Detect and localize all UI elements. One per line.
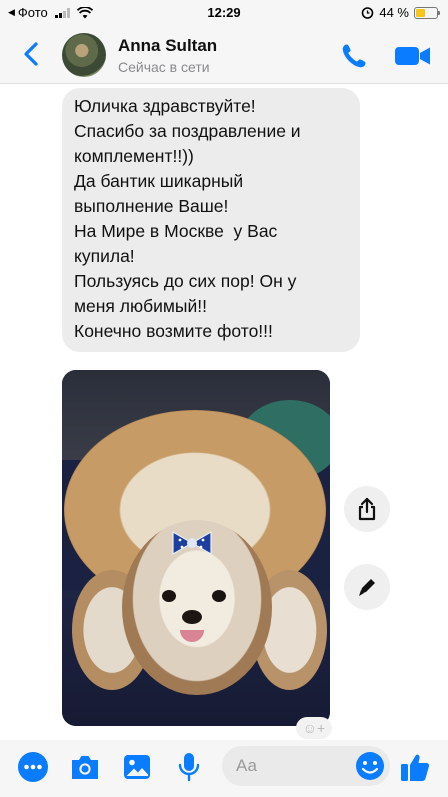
message-line: комплемент!!)) bbox=[74, 146, 194, 166]
message-input-container[interactable] bbox=[222, 746, 390, 786]
photo-message[interactable] bbox=[62, 370, 330, 726]
chat-header: Anna Sultan Сейчас в сети bbox=[0, 26, 448, 84]
microphone-icon bbox=[178, 753, 200, 782]
dog-nose bbox=[182, 610, 202, 624]
blue-bow-icon bbox=[172, 530, 212, 556]
message-line: На Мире в Москве у Вас bbox=[74, 221, 278, 241]
edit-icon bbox=[359, 579, 375, 596]
message-composer bbox=[0, 740, 448, 797]
more-icon bbox=[18, 752, 48, 782]
share-button[interactable] bbox=[344, 486, 390, 532]
camera-icon bbox=[72, 756, 98, 779]
share-icon bbox=[358, 497, 376, 521]
video-camera-icon[interactable] bbox=[394, 42, 432, 70]
contact-name[interactable]: Anna Sultan bbox=[118, 36, 217, 56]
incoming-message-bubble[interactable]: Юличка здравствуйте! Спасибо за поздравл… bbox=[62, 88, 360, 352]
message-line: Конечно возмите фото!!! bbox=[74, 321, 273, 341]
alarm-icon bbox=[362, 7, 374, 19]
add-reaction-icon[interactable]: ☺+ bbox=[296, 717, 332, 739]
message-line: Спасибо за поздравление и bbox=[74, 121, 301, 141]
dog-eye-left bbox=[162, 590, 176, 602]
message-input[interactable] bbox=[236, 754, 348, 778]
more-button[interactable] bbox=[16, 750, 50, 784]
phone-icon[interactable] bbox=[338, 40, 370, 72]
microphone-button[interactable] bbox=[172, 750, 206, 784]
message-line: Пользуясь до сих пор! Он у bbox=[74, 271, 297, 291]
edit-button[interactable] bbox=[344, 564, 390, 610]
message-line: купила! bbox=[74, 246, 135, 266]
battery-percent: 44 % bbox=[379, 5, 409, 20]
camera-button[interactable] bbox=[68, 750, 102, 784]
emoji-icon[interactable] bbox=[354, 750, 386, 782]
message-line: Юличка здравствуйте! bbox=[74, 96, 256, 116]
gallery-icon bbox=[124, 755, 150, 779]
battery-icon bbox=[414, 6, 440, 19]
message-line: выполнение Ваше! bbox=[74, 196, 229, 216]
contact-status: Сейчас в сети bbox=[118, 59, 210, 75]
message-line: Да бантик шикарный bbox=[74, 171, 244, 191]
thumbs-up-button[interactable] bbox=[398, 750, 432, 784]
gallery-button[interactable] bbox=[120, 750, 154, 784]
avatar[interactable] bbox=[62, 33, 106, 77]
status-bar: ◀ Фото 12:29 44 % bbox=[0, 0, 448, 26]
thumbs-up-icon bbox=[401, 754, 430, 781]
dog-eye-right bbox=[212, 590, 226, 602]
chevron-left-icon[interactable] bbox=[18, 40, 46, 68]
message-line: меня любимый!! bbox=[74, 296, 208, 316]
status-right: 44 % bbox=[361, 5, 440, 20]
